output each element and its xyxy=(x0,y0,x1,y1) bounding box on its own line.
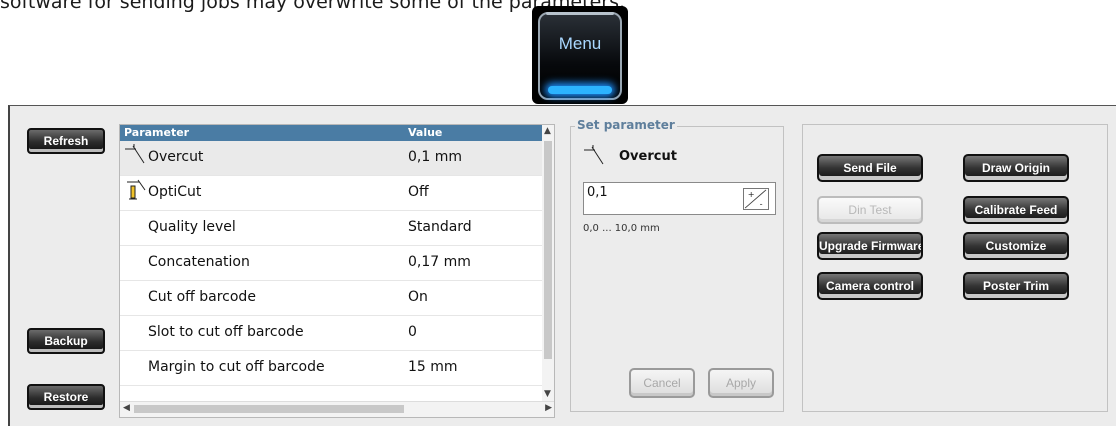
parameter-input-value: 0,1 xyxy=(587,185,608,200)
row-parameter-value: 0,17 mm xyxy=(408,254,471,270)
horizontal-scrollbar[interactable]: ◀ ▶ xyxy=(120,401,554,417)
table-row[interactable]: Slot to cut off barcode 0 xyxy=(120,316,543,351)
row-parameter-name: Cut off barcode xyxy=(148,289,256,305)
selected-parameter-name: Overcut xyxy=(619,149,677,164)
parameter-value-input[interactable]: 0,1 + - xyxy=(583,182,776,215)
horizontal-scroll-thumb[interactable] xyxy=(134,405,404,413)
opticut-icon xyxy=(127,179,146,200)
table-header: Parameter Value xyxy=(120,125,543,141)
scroll-up-icon[interactable]: ▲ xyxy=(544,126,551,136)
column-value[interactable]: Value xyxy=(408,126,442,139)
scroll-right-icon[interactable]: ▶ xyxy=(545,403,552,413)
parameter-table: Parameter Value Overcut 0,1 mm OptiCut O… xyxy=(119,124,555,418)
backup-button[interactable]: Backup xyxy=(27,328,105,354)
vertical-scrollbar[interactable]: ▲ ▼ xyxy=(542,125,554,403)
row-parameter-name: Concatenation xyxy=(148,254,250,270)
value-stepper[interactable]: + - xyxy=(743,188,769,210)
scroll-down-icon[interactable]: ▼ xyxy=(544,389,551,399)
vertical-scroll-thumb[interactable] xyxy=(544,141,552,359)
overcut-icon xyxy=(584,145,604,165)
table-row[interactable]: OptiCut Off xyxy=(120,176,543,211)
row-parameter-value: 0 xyxy=(408,324,417,340)
row-parameter-value: Standard xyxy=(408,219,472,235)
actions-panel: Send File Draw Origin Din Test Calibrate… xyxy=(802,124,1108,412)
table-row[interactable]: Quality level Standard xyxy=(120,211,543,246)
row-parameter-name: Slot to cut off barcode xyxy=(148,324,304,340)
customize-button[interactable]: Customize xyxy=(963,232,1069,260)
increment-icon[interactable]: + xyxy=(748,189,755,199)
row-parameter-value: 15 mm xyxy=(408,359,458,375)
row-parameter-name: Margin to cut off barcode xyxy=(148,359,325,375)
draw-origin-button[interactable]: Draw Origin xyxy=(963,154,1069,182)
menu-button[interactable]: Menu xyxy=(532,6,628,104)
scroll-left-icon[interactable]: ◀ xyxy=(123,403,130,413)
menu-glow-bar xyxy=(548,86,612,94)
menu-label: Menu xyxy=(558,34,602,53)
upgrade-firmware-button[interactable]: Upgrade Firmware xyxy=(817,232,923,260)
set-parameter-legend: Set parameter xyxy=(575,118,677,132)
restore-button[interactable]: Restore xyxy=(27,384,105,410)
apply-button[interactable]: Apply xyxy=(708,368,774,398)
overcut-icon xyxy=(125,144,145,164)
decrement-icon[interactable]: - xyxy=(760,198,763,208)
table-row[interactable]: Cut off barcode On xyxy=(120,281,543,316)
table-row[interactable]: Concatenation 0,17 mm xyxy=(120,246,543,281)
row-parameter-value: 0,1 mm xyxy=(408,149,462,165)
camera-control-button[interactable]: Camera control xyxy=(817,272,923,300)
table-row[interactable]: Overcut 0,1 mm xyxy=(120,141,543,176)
din-test-button[interactable]: Din Test xyxy=(817,196,923,224)
set-parameter-group: Set parameter Overcut 0,1 + - 0,0 ... 10… xyxy=(570,118,784,412)
row-parameter-name: Overcut xyxy=(148,149,204,165)
row-parameter-name: Quality level xyxy=(148,219,236,235)
calibrate-feed-button[interactable]: Calibrate Feed xyxy=(963,196,1069,224)
poster-trim-button[interactable]: Poster Trim xyxy=(963,272,1069,300)
column-parameter[interactable]: Parameter xyxy=(124,126,189,139)
refresh-button[interactable]: Refresh xyxy=(27,128,105,154)
value-range: 0,0 ... 10,0 mm xyxy=(583,223,660,234)
row-parameter-name: OptiCut xyxy=(148,184,202,200)
send-file-button[interactable]: Send File xyxy=(817,154,923,182)
row-parameter-value: Off xyxy=(408,184,429,200)
table-row[interactable]: Margin to cut off barcode 15 mm xyxy=(120,351,543,386)
cancel-button[interactable]: Cancel xyxy=(629,368,695,398)
row-parameter-value: On xyxy=(408,289,428,305)
